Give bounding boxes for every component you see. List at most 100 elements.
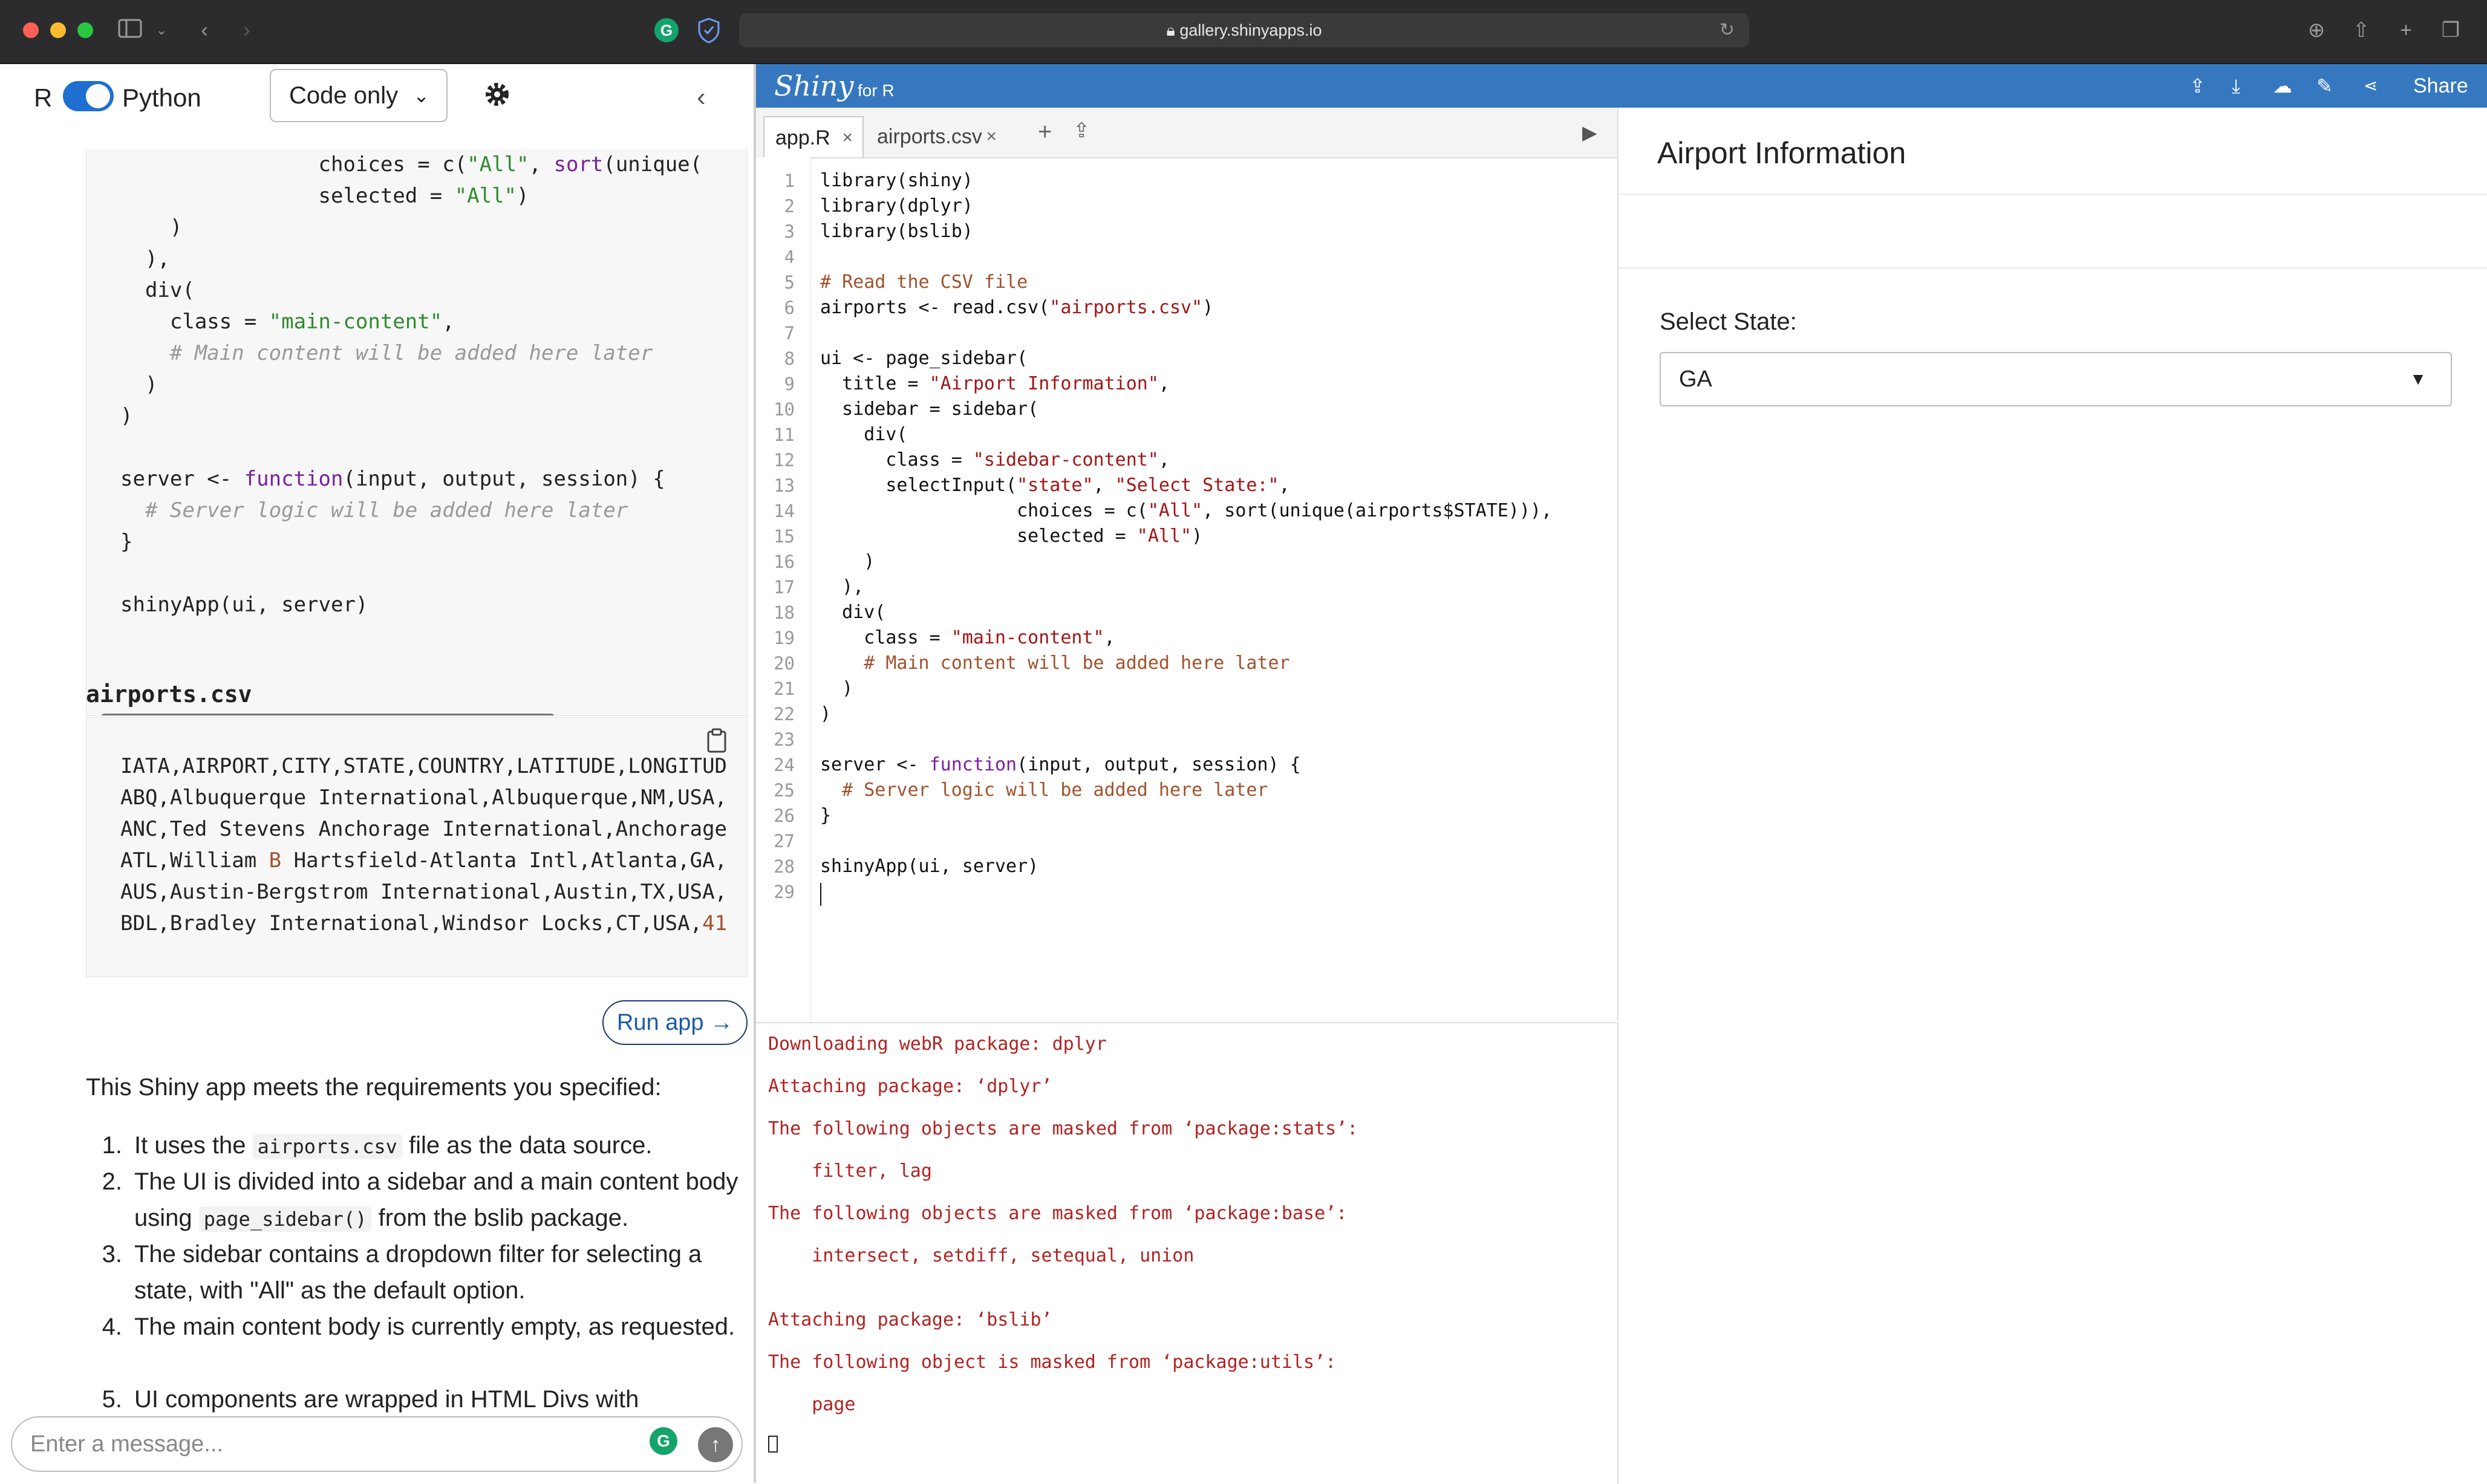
send-button[interactable]: ↑ xyxy=(698,1427,733,1462)
code-line[interactable]: sidebar = sidebar( xyxy=(820,397,1038,422)
code-line[interactable]: choices = c("All", sort(unique(airports$… xyxy=(820,498,1552,524)
reload-icon[interactable]: ↻ xyxy=(1719,18,1735,42)
code-line[interactable]: ) xyxy=(820,549,875,574)
state-select-value: GA xyxy=(1679,366,1712,392)
divider xyxy=(1618,194,2487,195)
run-icon[interactable]: ▶ xyxy=(1582,121,1597,144)
line-number: 20 xyxy=(774,653,795,674)
console-line: page xyxy=(768,1394,856,1415)
back-icon[interactable]: ‹ xyxy=(192,18,217,42)
tab-app-r[interactable]: app.R × xyxy=(763,116,864,157)
share-button[interactable]: Share xyxy=(2413,73,2468,99)
console-line: The following objects are masked from ‘p… xyxy=(768,1118,1358,1139)
address-bar[interactable]: 🔒︎ gallery.shinyapps.io ↻ xyxy=(739,13,1749,47)
close-icon[interactable]: × xyxy=(986,116,997,157)
line-number: 29 xyxy=(774,882,795,902)
code-line[interactable]: ) xyxy=(820,676,853,701)
code-line[interactable]: # Server logic will be added here later xyxy=(820,778,1268,803)
tab-overview-icon[interactable]: ❐ xyxy=(2437,18,2464,42)
code-line[interactable]: library(shiny) xyxy=(820,168,973,194)
code-line: server <- function(input, output, sessio… xyxy=(120,467,665,491)
console-line: Downloading webR package: dplyr xyxy=(768,1033,1107,1055)
code-line[interactable]: class = "main-content", xyxy=(820,625,1115,651)
list-item: 2. The UI is divided into a sidebar and … xyxy=(102,1168,738,1232)
code-line[interactable]: ) xyxy=(820,701,831,727)
line-number: 13 xyxy=(774,475,795,496)
lang-r-label: R xyxy=(34,83,53,112)
forward-icon[interactable]: › xyxy=(235,18,259,42)
line-number: 28 xyxy=(774,856,795,877)
code-line[interactable]: selected = "All") xyxy=(820,524,1202,549)
code-line: # Server logic will be added here later xyxy=(120,498,628,522)
new-tab-icon[interactable]: + xyxy=(2393,18,2419,42)
list-item: 3. The sidebar contains a dropdown filte… xyxy=(102,1241,702,1304)
add-file-icon[interactable]: + xyxy=(1038,119,1052,146)
csv-line: ATL,William B Hartsfield-Atlanta Intl,At… xyxy=(120,848,728,873)
code-line[interactable]: div( xyxy=(820,422,907,447)
console-line: Attaching package: ‘bslib’ xyxy=(768,1309,1052,1330)
code-line[interactable]: # Read the CSV file xyxy=(820,270,1028,295)
code-line[interactable]: # Main content will be added here later xyxy=(820,651,1289,676)
message-input[interactable]: Enter a message... G ↑ xyxy=(11,1416,743,1472)
line-number: 8 xyxy=(784,348,795,369)
grammarly-icon[interactable]: G xyxy=(650,1427,677,1455)
close-icon[interactable]: × xyxy=(842,117,853,158)
csv-line: ABQ,Albuquerque International,Albuquerqu… xyxy=(120,786,728,810)
app-title: Airport Information xyxy=(1657,136,1906,170)
code-line[interactable]: } xyxy=(820,803,831,828)
code-line[interactable]: selectInput("state", "Select State:", xyxy=(820,473,1289,498)
cloud-upload-icon[interactable]: ☁ xyxy=(2273,73,2292,99)
sidebar-toggle-icon[interactable] xyxy=(115,18,145,42)
line-number: 5 xyxy=(784,272,795,293)
window-minimize-button[interactable] xyxy=(50,22,66,38)
app-preview: Airport Information Select State: GA ▼ xyxy=(1618,108,2487,1483)
tab-airports-csv[interactable]: airports.csv × xyxy=(866,116,1006,157)
text-cursor xyxy=(820,883,821,906)
code-line[interactable]: div( xyxy=(820,600,885,625)
code-line: selected = "All") xyxy=(120,184,529,208)
code-line[interactable]: ), xyxy=(820,574,864,600)
code-line[interactable]: ui <- page_sidebar( xyxy=(820,346,1028,371)
line-number-gutter: 1 2 3 4 5 6 7 8 9 10 11 12 13 14 15 16 17 18 19 20 21 22 23 24 2… xyxy=(756,157,811,1021)
share-icon[interactable]: ⇧ xyxy=(2348,18,2375,42)
line-number: 16 xyxy=(774,552,795,572)
code-line: ), xyxy=(120,247,170,271)
download-icon[interactable]: ⊕ xyxy=(2303,18,2330,42)
url-text: gallery.shinyapps.io xyxy=(1179,21,1322,39)
state-select[interactable]: GA ▼ xyxy=(1660,352,2452,406)
console-line: The following object is masked from ‘pac… xyxy=(768,1352,1337,1373)
window-maximize-button[interactable] xyxy=(77,22,93,38)
console-line: intersect, setdiff, setequal, union xyxy=(768,1245,1195,1266)
gear-icon[interactable] xyxy=(483,80,512,109)
code-line[interactable]: library(bslib) xyxy=(820,219,973,244)
line-number: 26 xyxy=(774,805,795,826)
divider xyxy=(1618,267,2487,268)
upload-icon[interactable]: ⇪ xyxy=(2189,73,2206,99)
collapse-panel-icon[interactable]: ‹ xyxy=(697,82,706,112)
code-line: ) xyxy=(120,215,183,239)
display-mode-select[interactable]: Code only ⌄ xyxy=(270,69,448,122)
code-line[interactable]: library(dplyr) xyxy=(820,194,973,219)
language-toggle[interactable] xyxy=(63,81,114,111)
code-line[interactable]: shinyApp(ui, server) xyxy=(820,854,1038,879)
console-cursor[interactable] xyxy=(768,1436,778,1453)
horizontal-scrollbar[interactable] xyxy=(101,714,555,715)
code-line[interactable]: airports <- read.csv("airports.csv") xyxy=(820,295,1213,321)
upload-file-icon[interactable]: ⇪ xyxy=(1073,119,1090,143)
code-line[interactable]: server <- function(input, output, sessio… xyxy=(820,752,1301,778)
window-close-button[interactable] xyxy=(23,22,39,38)
line-number: 6 xyxy=(784,298,795,318)
console-output: Downloading webR package: dplyr Attachin… xyxy=(756,1022,1618,1484)
run-app-button[interactable]: Run app → xyxy=(602,1000,748,1045)
edit-icon[interactable]: ✎ xyxy=(2316,73,2333,99)
code-line[interactable]: class = "sidebar-content", xyxy=(820,447,1170,473)
grammarly-extension-icon[interactable]: G xyxy=(654,18,679,42)
shield-icon[interactable] xyxy=(697,17,721,44)
download-icon[interactable]: ⤓ xyxy=(2232,73,2240,99)
code-line: class = "main-content", xyxy=(120,310,455,334)
chevron-down-icon[interactable]: ⌄ xyxy=(152,18,171,42)
code-line[interactable]: title = "Airport Information", xyxy=(820,371,1170,397)
console-line: The following objects are masked from ‘p… xyxy=(768,1203,1348,1224)
line-number: 22 xyxy=(774,704,795,724)
share-icon[interactable]: ⋖ xyxy=(2364,73,2378,99)
